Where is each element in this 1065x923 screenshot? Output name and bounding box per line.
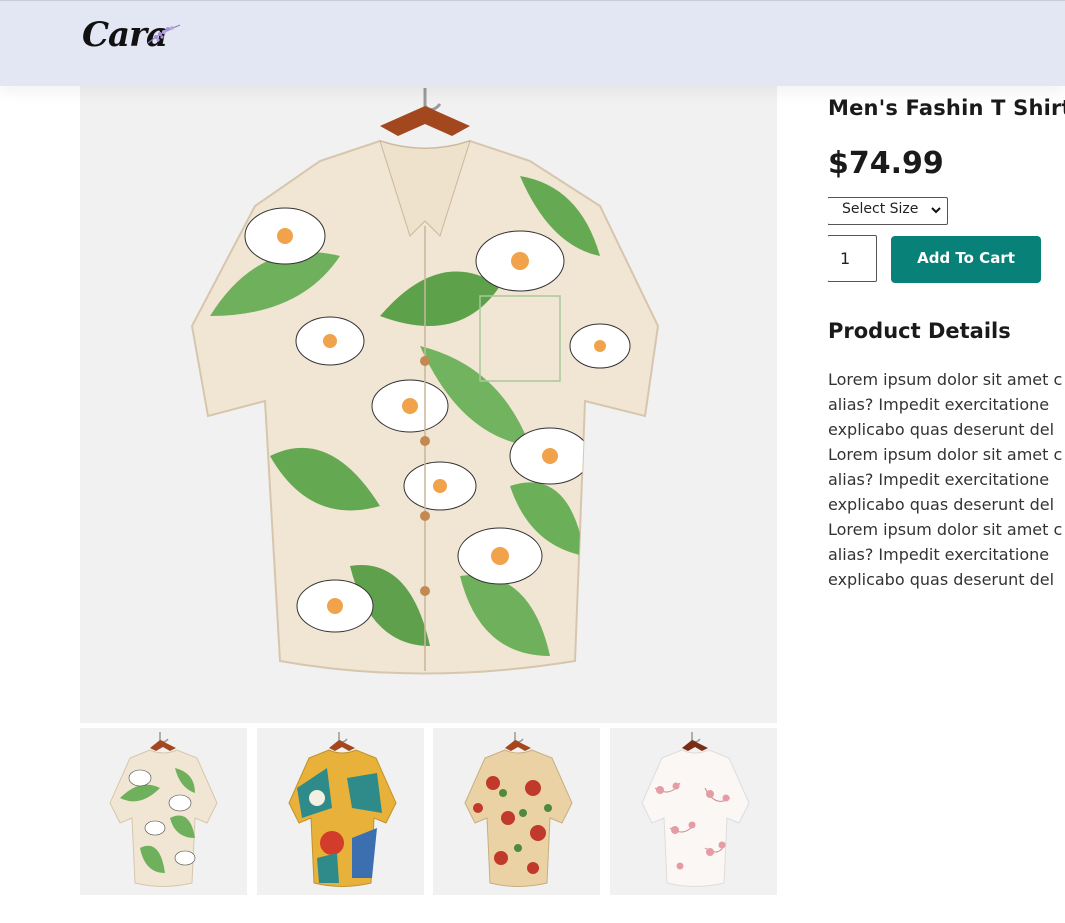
description-line: Lorem ipsum dolor sit amet c	[828, 370, 1063, 389]
lavender-sprig-icon	[147, 24, 181, 44]
description-line: alias? Impedit exercitatione	[828, 545, 1050, 564]
thumbnail-4[interactable]	[610, 728, 777, 895]
description-line: explicabo quas deserunt del	[828, 495, 1055, 514]
product-title: Men's Fashin T Shirt	[828, 96, 1065, 120]
description-line: alias? Impedit exercitatione	[828, 395, 1050, 414]
main-product-image[interactable]	[80, 86, 777, 723]
logo[interactable]: Cara	[82, 15, 192, 65]
thumbnail-2[interactable]	[257, 728, 424, 895]
description-line: explicabo quas deserunt del	[828, 570, 1055, 589]
site-header: Cara	[0, 0, 1065, 86]
description-line: Lorem ipsum dolor sit amet c	[828, 445, 1063, 464]
description-line: Lorem ipsum dolor sit amet c	[828, 520, 1063, 539]
product-details-panel: Men's Fashin T Shirt $74.99 Select Size …	[828, 86, 1065, 923]
product-description: Lorem ipsum dolor sit amet c alias? Impe…	[828, 367, 1065, 592]
product-details-heading: Product Details	[828, 319, 1011, 343]
quantity-input[interactable]: 1	[828, 235, 877, 282]
description-line: alias? Impedit exercitatione	[828, 470, 1050, 489]
description-line: explicabo quas deserunt del	[828, 420, 1055, 439]
add-to-cart-button[interactable]: Add To Cart	[891, 236, 1041, 283]
chevron-down-icon	[931, 207, 941, 214]
thumbnail-1[interactable]	[80, 728, 247, 895]
thumbnail-3[interactable]	[433, 728, 600, 895]
size-select[interactable]: Select Size	[828, 197, 948, 225]
size-select-value: Select Size	[842, 201, 919, 217]
product-price: $74.99	[828, 146, 944, 181]
